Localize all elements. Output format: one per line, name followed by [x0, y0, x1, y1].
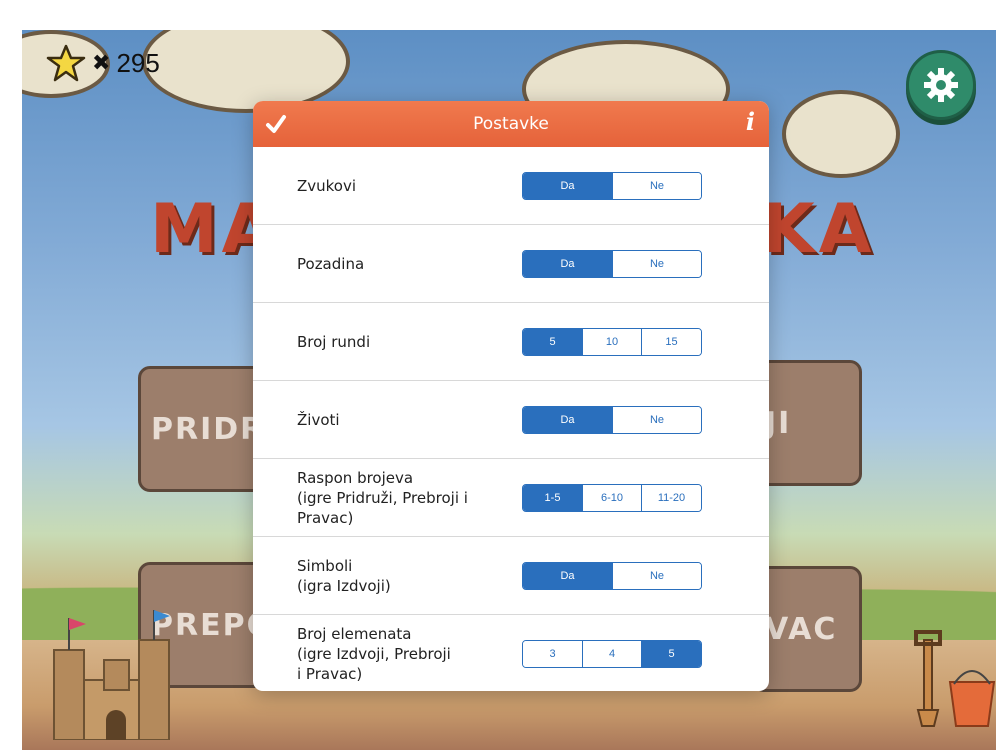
setting-label: Životi [297, 410, 340, 429]
segment-option[interactable]: Ne [612, 172, 701, 199]
segmented-control: Da Ne [522, 405, 702, 434]
segment-option[interactable]: Da [523, 250, 612, 277]
segment-option[interactable]: Ne [612, 250, 701, 277]
setting-row-zvukovi: Zvukovi Da Ne [253, 147, 769, 225]
cloud [782, 90, 900, 178]
checkmark-icon[interactable] [265, 113, 287, 135]
segment-option[interactable]: 15 [641, 328, 701, 355]
setting-row-broj-elemenata: Broj elemenata (igre Izdvoji, Prebroji i… [253, 615, 769, 691]
segment-option[interactable]: 3 [523, 640, 582, 667]
segmented-control: Da Ne [522, 249, 702, 278]
segment-option[interactable]: Da [523, 562, 612, 589]
segment-option[interactable]: 4 [582, 640, 641, 667]
setting-label: Zvukovi [297, 176, 357, 195]
multiply-icon: ✖ [92, 50, 111, 76]
shovel-and-bucket-icon [914, 630, 996, 727]
segment-option[interactable]: Ne [612, 406, 701, 433]
setting-label: Pozadina [297, 254, 365, 273]
segment-option[interactable]: Ne [612, 562, 701, 589]
setting-row-broj-rundi: Broj rundi 5 10 15 [253, 303, 769, 381]
setting-row-zivoti: Životi Da Ne [253, 381, 769, 459]
settings-list: Zvukovi Da Ne Pozadina Da Ne Broj rundi … [253, 147, 769, 691]
gear-icon [924, 68, 958, 102]
menu-button-label: VAC [765, 611, 838, 647]
setting-label: Broj elemenata (igre Izdvoji, Prebroji i… [297, 624, 451, 683]
segmented-control: Da Ne [522, 171, 702, 200]
score-value: 295 [116, 47, 160, 78]
menu-button-label: PRIDR [151, 411, 266, 447]
settings-button[interactable] [906, 50, 976, 120]
castle-icon [53, 610, 170, 740]
dialog-title: Postavke [473, 114, 549, 134]
setting-label: Raspon brojeva (igre Pridruži, Prebroji … [297, 468, 468, 527]
segmented-control: 3 4 5 [522, 639, 702, 668]
star-icon [46, 44, 86, 82]
settings-dialog: Postavke i Zvukovi Da Ne Pozadina Da Ne … [253, 101, 769, 691]
segment-option[interactable]: Da [523, 406, 612, 433]
setting-row-raspon-brojeva: Raspon brojeva (igre Pridruži, Prebroji … [253, 459, 769, 537]
setting-label: Simboli (igra Izdvoji) [297, 556, 391, 595]
segment-option[interactable]: 1-5 [523, 484, 582, 511]
segmented-control: 1-5 6-10 11-20 [522, 483, 702, 512]
segmented-control: 5 10 15 [522, 327, 702, 356]
setting-label: Broj rundi [297, 332, 371, 351]
segmented-control: Da Ne [522, 561, 702, 590]
segment-option[interactable]: 10 [582, 328, 641, 355]
setting-row-simboli: Simboli (igra Izdvoji) Da Ne [253, 537, 769, 615]
score-display: ✖ 295 [46, 44, 160, 82]
segment-option[interactable]: 11-20 [641, 484, 701, 511]
setting-row-pozadina: Pozadina Da Ne [253, 225, 769, 303]
background-title-right: KA [762, 190, 876, 269]
segment-option[interactable]: 5 [641, 640, 701, 667]
segment-option[interactable]: 6-10 [582, 484, 641, 511]
segment-option[interactable]: Da [523, 172, 612, 199]
dialog-header: Postavke i [253, 101, 769, 147]
segment-option[interactable]: 5 [523, 328, 582, 355]
info-icon[interactable]: i [746, 107, 755, 136]
